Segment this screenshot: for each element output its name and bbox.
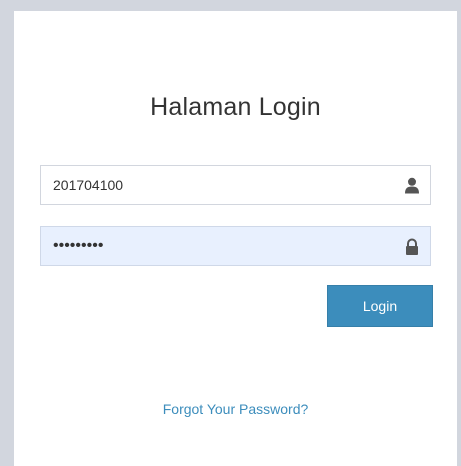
lock-icon <box>404 238 420 255</box>
password-input[interactable] <box>41 227 430 265</box>
login-box: Halaman Login Login Forgot Your Password… <box>14 11 457 466</box>
password-field[interactable] <box>40 226 431 266</box>
user-icon <box>404 177 420 194</box>
username-input[interactable] <box>41 166 430 204</box>
username-field[interactable] <box>40 165 431 205</box>
page-title: Halaman Login <box>150 93 321 121</box>
login-button[interactable]: Login <box>327 285 433 327</box>
forgot-password-link[interactable]: Forgot Your Password? <box>14 401 457 417</box>
